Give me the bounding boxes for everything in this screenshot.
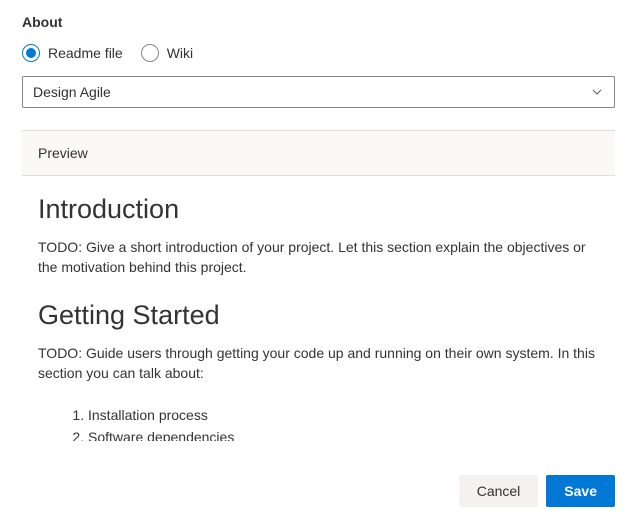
- getting-started-paragraph: TODO: Guide users through getting your c…: [38, 343, 599, 384]
- about-type-radio-group: Readme file Wiki: [0, 38, 637, 76]
- list-item: Installation process: [88, 405, 599, 427]
- radio-unselected-icon: [141, 44, 159, 62]
- cancel-button[interactable]: Cancel: [459, 475, 539, 507]
- preview-tab[interactable]: Preview: [22, 131, 615, 176]
- radio-readme-label: Readme file: [48, 45, 123, 61]
- radio-wiki-label: Wiki: [167, 45, 193, 61]
- getting-started-list: Installation process Software dependenci…: [38, 405, 599, 441]
- preview-content: Introduction TODO: Give a short introduc…: [22, 176, 615, 441]
- intro-paragraph: TODO: Give a short introduction of your …: [38, 237, 599, 278]
- getting-started-heading: Getting Started: [38, 300, 599, 331]
- chevron-down-icon: [590, 85, 604, 99]
- intro-heading: Introduction: [38, 194, 599, 225]
- preview-panel: Preview Introduction TODO: Give a short …: [22, 130, 615, 441]
- dropdown-value: Design Agile: [33, 84, 111, 100]
- dialog-footer: Cancel Save: [0, 461, 637, 521]
- section-title: About: [0, 0, 637, 38]
- radio-selected-icon: [22, 44, 40, 62]
- list-item: Software dependencies: [88, 427, 599, 441]
- readme-source-dropdown[interactable]: Design Agile: [22, 76, 615, 108]
- save-button[interactable]: Save: [546, 475, 615, 507]
- radio-readme[interactable]: Readme file: [22, 44, 123, 62]
- radio-wiki[interactable]: Wiki: [141, 44, 193, 62]
